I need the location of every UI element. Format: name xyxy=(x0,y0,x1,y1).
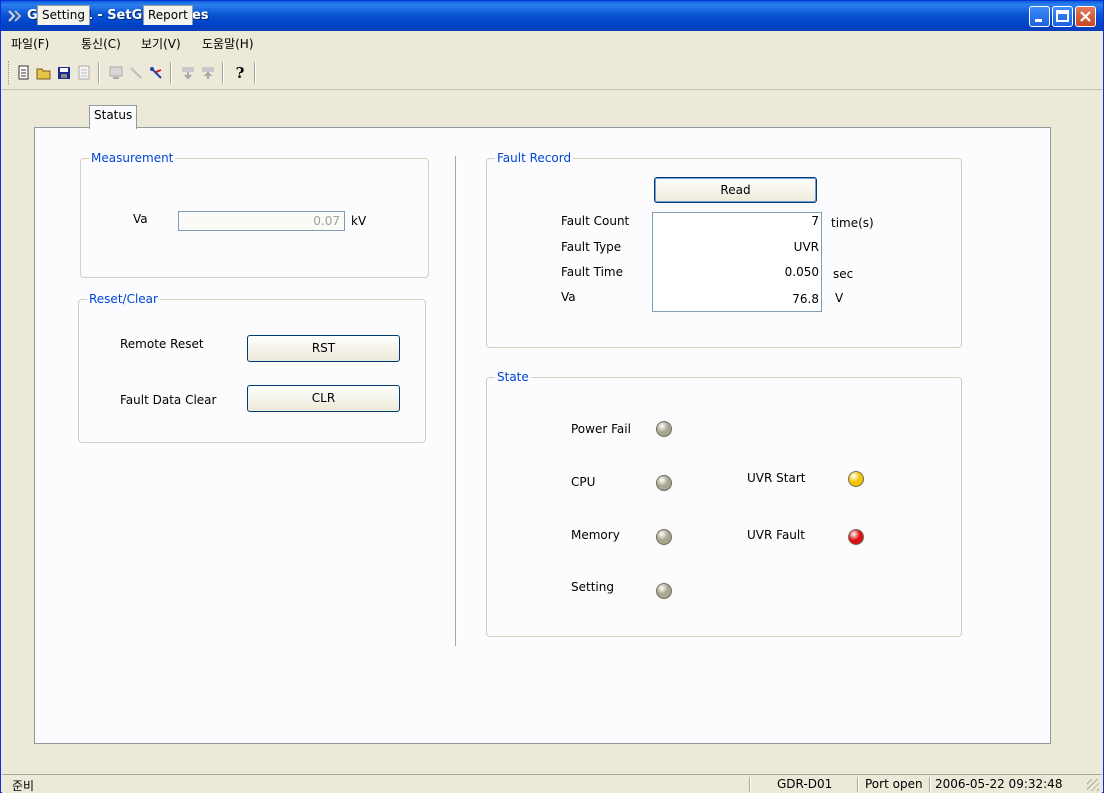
cpu-led xyxy=(656,475,672,491)
toolbar: ? xyxy=(2,56,1102,90)
maximize-button[interactable] xyxy=(1052,6,1073,27)
open-folder-icon[interactable] xyxy=(34,63,54,83)
uvr-start-label: UVR Start xyxy=(747,471,806,485)
minimize-button[interactable] xyxy=(1029,6,1050,27)
connect-icon xyxy=(126,63,146,83)
cpu-label: CPU xyxy=(571,475,596,489)
measurement-va-label: Va xyxy=(133,212,148,226)
fault-time-unit: sec xyxy=(833,267,854,281)
state-title: State xyxy=(495,370,531,384)
close-icon xyxy=(1076,7,1095,26)
statusbar-separator xyxy=(929,777,931,792)
document-icon xyxy=(74,63,94,83)
remote-reset-label: Remote Reset xyxy=(120,337,204,351)
fault-type-value: UVR xyxy=(793,240,819,254)
fault-count-value: 7 xyxy=(811,214,819,228)
uvr-start-led xyxy=(848,471,864,487)
upload-icon xyxy=(198,63,218,83)
disconnect-icon[interactable] xyxy=(146,63,166,83)
app-window: GDR-D01 - SetGDRSeries 파일(F) 통신(C) 보기(V)… xyxy=(0,0,1104,793)
state-group: State xyxy=(486,370,962,637)
help-icon[interactable]: ? xyxy=(230,63,250,83)
panel-divider xyxy=(455,156,457,646)
memory-led xyxy=(656,529,672,545)
measurement-title: Measurement xyxy=(89,151,176,165)
read-button[interactable]: Read xyxy=(654,177,817,203)
rst-button[interactable]: RST xyxy=(247,335,400,362)
statusbar-separator xyxy=(749,777,751,792)
fault-count-unit: time(s) xyxy=(831,216,874,230)
download-icon xyxy=(178,63,198,83)
status-ready-text: 준비 xyxy=(12,779,35,793)
menu-view[interactable]: 보기(V) xyxy=(141,35,181,52)
fault-data-clear-label: Fault Data Clear xyxy=(120,393,217,407)
fault-va-value: 76.8 xyxy=(792,292,819,306)
menu-help[interactable]: 도움말(H) xyxy=(202,35,254,52)
reset-clear-title: Reset/Clear xyxy=(87,292,160,306)
tab-status[interactable]: Status xyxy=(89,105,138,129)
toolbar-separator xyxy=(222,62,224,84)
setting-label: Setting xyxy=(571,580,614,594)
tab-report[interactable]: Report xyxy=(143,5,193,25)
save-icon[interactable] xyxy=(54,63,74,83)
fault-time-value: 0.050 xyxy=(784,265,819,279)
close-button[interactable] xyxy=(1075,6,1096,27)
tab-setting[interactable]: Setting xyxy=(37,5,90,25)
fault-record-title: Fault Record xyxy=(495,151,574,165)
uvr-fault-label: UVR Fault xyxy=(747,528,805,542)
setting-led xyxy=(656,583,672,599)
statusbar-separator xyxy=(857,777,859,792)
fault-time-label: Fault Time xyxy=(561,265,623,279)
minimize-icon xyxy=(1030,7,1049,26)
new-icon[interactable] xyxy=(14,63,34,83)
clr-button[interactable]: CLR xyxy=(247,385,400,412)
measurement-va-field: 0.07 xyxy=(178,211,345,231)
menu-communication[interactable]: 통신(C) xyxy=(81,35,121,52)
fault-type-label: Fault Type xyxy=(561,240,622,254)
toolbar-separator xyxy=(170,62,172,84)
menu-file[interactable]: 파일(F) xyxy=(11,35,49,52)
app-icon xyxy=(8,10,22,22)
status-bar: 준비 GDR-D01 Port open 2006-05-22 09:32:48 xyxy=(2,774,1102,793)
uvr-fault-led xyxy=(848,529,864,545)
toolbar-grip[interactable] xyxy=(8,61,11,85)
power-fail-led xyxy=(656,421,672,437)
status-port: Port open xyxy=(865,777,923,791)
reset-clear-group: Reset/Clear xyxy=(78,292,426,443)
power-fail-label: Power Fail xyxy=(571,422,631,436)
memory-label: Memory xyxy=(571,528,620,542)
fault-count-label: Fault Count xyxy=(561,214,630,228)
status-device: GDR-D01 xyxy=(777,777,833,791)
measurement-va-unit: kV xyxy=(351,214,367,228)
maximize-icon xyxy=(1053,7,1072,26)
resize-grip[interactable] xyxy=(1087,779,1099,791)
toolbar-separator xyxy=(98,62,100,84)
fault-va-label: Va xyxy=(561,290,576,304)
toolbar-separator xyxy=(254,62,256,84)
monitor-icon xyxy=(106,63,126,83)
menu-bar: 파일(F) 통신(C) 보기(V) 도움말(H) xyxy=(2,31,1102,55)
fault-va-unit: V xyxy=(835,291,844,305)
status-datetime: 2006-05-22 09:32:48 xyxy=(935,777,1063,791)
